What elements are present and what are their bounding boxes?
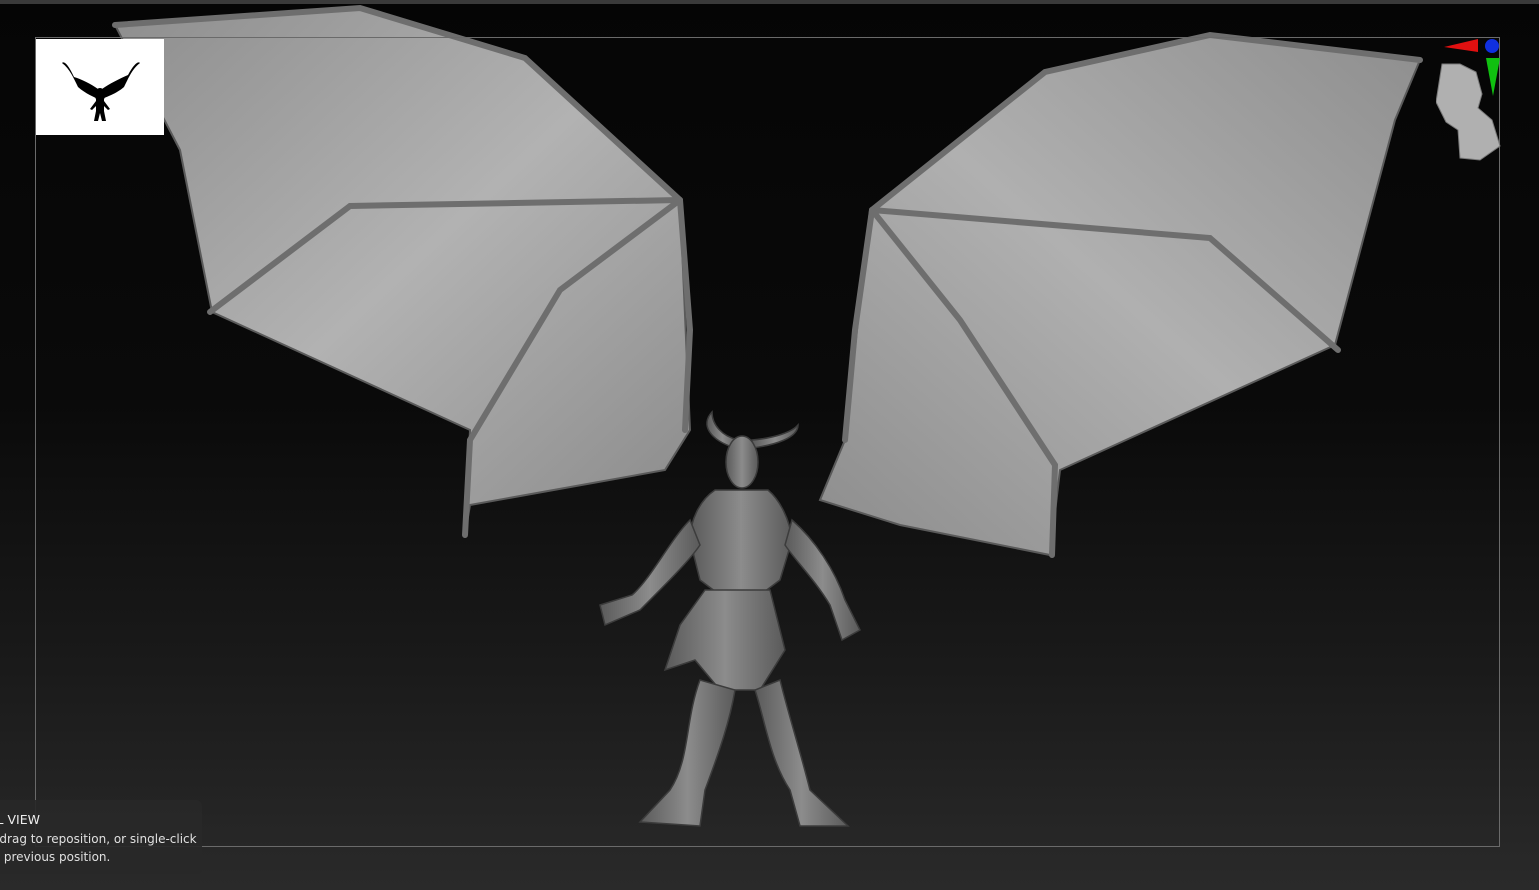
y-axis-arrow-icon	[1486, 58, 1500, 96]
tooltip-line-1: d drag to reposition, or single-click	[0, 831, 197, 846]
head-orientation-gizmo-icon[interactable]	[1436, 30, 1506, 170]
x-axis-arrow-icon	[1444, 39, 1478, 52]
tooltip-title: AL VIEW	[0, 812, 40, 827]
3d-viewport[interactable]: AL VIEW d drag to reposition, or single-…	[0, 0, 1539, 890]
tooltip: AL VIEW d drag to reposition, or single-…	[0, 800, 202, 874]
tooltip-line-2: re previous position.	[0, 850, 111, 864]
model-thumbnail[interactable]	[36, 39, 164, 135]
viewport-frame	[35, 37, 1500, 847]
demon-silhouette-icon	[62, 62, 140, 121]
z-axis-dot-icon	[1485, 39, 1499, 53]
